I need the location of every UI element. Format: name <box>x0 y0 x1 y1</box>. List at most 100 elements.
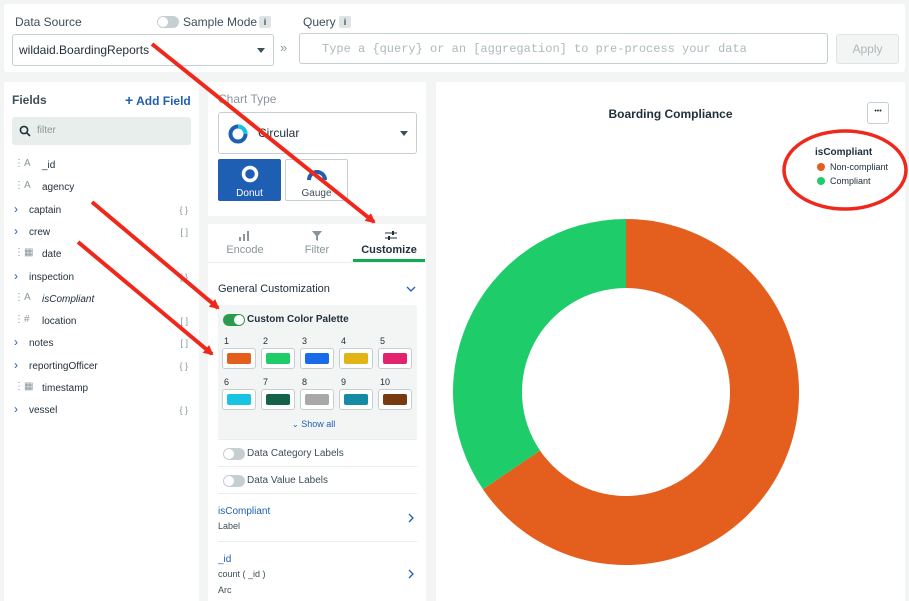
swatch-color <box>383 353 407 364</box>
field-item[interactable]: ⋮A isCompliant <box>12 292 192 310</box>
field-name: isCompliant <box>42 293 95 305</box>
sample-mode-toggle[interactable] <box>157 16 179 28</box>
donut-label: Donut <box>236 188 263 199</box>
field-item[interactable]: › captain { } <box>12 201 192 221</box>
tab-customize[interactable]: Customize <box>353 224 425 262</box>
category-labels-toggle[interactable] <box>223 448 245 460</box>
tab-encode[interactable]: Encode <box>209 224 281 262</box>
field-item[interactable]: › notes [ ] <box>12 335 192 354</box>
chevron-right-icon <box>408 513 414 523</box>
color-swatch[interactable] <box>222 348 256 369</box>
chevron-right-icon: › <box>14 223 18 238</box>
divider <box>218 466 417 467</box>
string-type-icon: ⋮A <box>14 180 31 192</box>
color-swatch[interactable] <box>339 389 373 410</box>
search-icon <box>19 125 31 137</box>
encoding-kind: Arc <box>218 585 232 595</box>
field-item[interactable]: › crew [ ] <box>12 223 192 243</box>
field-name: notes <box>29 338 54 350</box>
field-name: timestamp <box>42 383 89 394</box>
field-name: _id <box>42 160 56 171</box>
field-name: reportingOfficer <box>29 360 98 372</box>
show-all-label: Show all <box>301 419 336 429</box>
color-swatch[interactable] <box>378 348 412 369</box>
bar-chart-icon <box>239 231 249 241</box>
swatch-number: 10 <box>380 377 391 387</box>
donut-subtype-button[interactable]: Donut <box>218 159 281 201</box>
chevron-right-icon: › <box>14 201 18 216</box>
filter-icon <box>312 231 322 241</box>
sliders-icon <box>385 231 397 240</box>
field-item[interactable]: › reportingOfficer { } <box>12 357 192 377</box>
field-item[interactable]: ⋮A agency <box>12 180 192 198</box>
query-info-icon[interactable]: i <box>339 16 351 28</box>
chart-type-panel: Chart Type Circular Donut Gauge <box>208 82 426 216</box>
field-name: agency <box>42 182 75 194</box>
data-source-select[interactable]: wildaid.BoardingReports <box>12 34 274 66</box>
field-item[interactable]: › inspection { } <box>12 269 192 288</box>
tab-filter[interactable]: Filter <box>281 224 353 262</box>
top-bar: Data Source Sample Mode i Query i wildai… <box>4 4 905 72</box>
field-item[interactable]: ⋮▦ date <box>12 247 192 265</box>
chart-canvas: Boarding Compliance ••• isCompliant Non-… <box>436 82 905 601</box>
custom-palette-toggle[interactable] <box>223 314 245 326</box>
field-item[interactable]: ⋮▦ timestamp <box>12 381 192 399</box>
field-item[interactable]: ⋮# location [ ] <box>12 314 192 332</box>
number-type-icon: ⋮# <box>14 314 30 326</box>
sample-mode-info-icon[interactable]: i <box>259 16 271 28</box>
add-field-button[interactable]: + Add Field <box>125 92 191 108</box>
field-item[interactable]: ⋮A _id <box>12 158 192 176</box>
chevron-down-icon <box>400 131 408 136</box>
value-labels-label: Data Value Labels <box>247 475 328 486</box>
fields-panel: Fields + Add Field filter ⋮A _id ⋮A agency ›… <box>4 82 199 601</box>
field-search-input[interactable]: filter <box>12 117 191 145</box>
circular-chart-icon <box>228 124 248 144</box>
encoding-kind: Label <box>218 521 241 531</box>
field-item[interactable]: › vessel { } <box>12 402 192 421</box>
swatch-number: 1 <box>224 336 230 346</box>
chevron-right-icon <box>408 569 414 579</box>
chart-type-value: Circular <box>258 126 300 140</box>
sample-mode-label: Sample Mode <box>183 15 258 29</box>
swatch-color <box>266 394 290 405</box>
color-swatch[interactable] <box>300 389 334 410</box>
color-swatch[interactable] <box>339 348 373 369</box>
field-name: date <box>42 249 62 261</box>
color-swatch[interactable] <box>261 348 295 369</box>
swatch-color <box>305 353 329 364</box>
chevron-down-icon: ⌄ <box>292 420 299 429</box>
chevron-down-icon[interactable] <box>406 286 416 294</box>
color-swatch[interactable] <box>378 389 412 410</box>
apply-button[interactable]: Apply <box>836 34 899 64</box>
swatch-color <box>305 394 329 405</box>
query-input[interactable]: Type a {query} or an [aggregation] to pr… <box>299 33 828 64</box>
color-swatch[interactable] <box>261 389 295 410</box>
show-all-link[interactable]: ⌄ Show all <box>292 419 335 429</box>
color-swatch[interactable] <box>222 389 256 410</box>
field-name: crew <box>29 226 51 238</box>
general-customization-title[interactable]: General Customization <box>218 283 330 295</box>
chevron-right-icon: › <box>14 402 18 417</box>
gauge-label: Gauge <box>301 188 332 199</box>
chevron-right-icon: › <box>14 357 18 372</box>
divider <box>218 439 417 440</box>
donut-chart <box>453 219 799 565</box>
swatch-color <box>227 394 251 405</box>
tab-divider <box>208 262 426 263</box>
date-type-icon: ⋮▦ <box>14 247 34 259</box>
chart-type-select[interactable]: Circular <box>218 112 417 154</box>
swatch-number: 7 <box>263 377 269 387</box>
donut-slice-compliant[interactable] <box>453 219 626 490</box>
color-swatch[interactable] <box>300 348 334 369</box>
swatch-number: 9 <box>341 377 347 387</box>
gauge-subtype-button[interactable]: Gauge <box>285 159 348 201</box>
value-labels-toggle[interactable] <box>223 475 245 487</box>
category-labels-label: Data Category Labels <box>247 448 344 459</box>
field-name: captain <box>29 204 62 216</box>
swatch-color <box>266 353 290 364</box>
plus-icon: + <box>125 92 134 108</box>
chevron-right-icon: › <box>14 335 18 350</box>
swatch-color <box>383 394 407 405</box>
field-type-badge: [ ] <box>180 316 188 327</box>
query-label: Query <box>303 15 336 29</box>
